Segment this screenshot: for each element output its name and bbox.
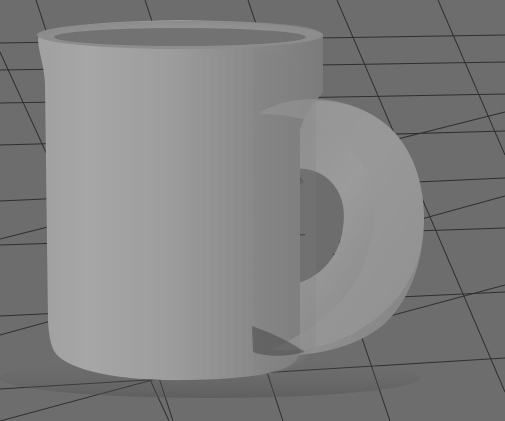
3d-viewport[interactable] <box>0 0 505 421</box>
scene-svg <box>0 0 505 421</box>
mug-body-shading <box>254 48 316 377</box>
mug-rim-inner <box>54 28 306 46</box>
